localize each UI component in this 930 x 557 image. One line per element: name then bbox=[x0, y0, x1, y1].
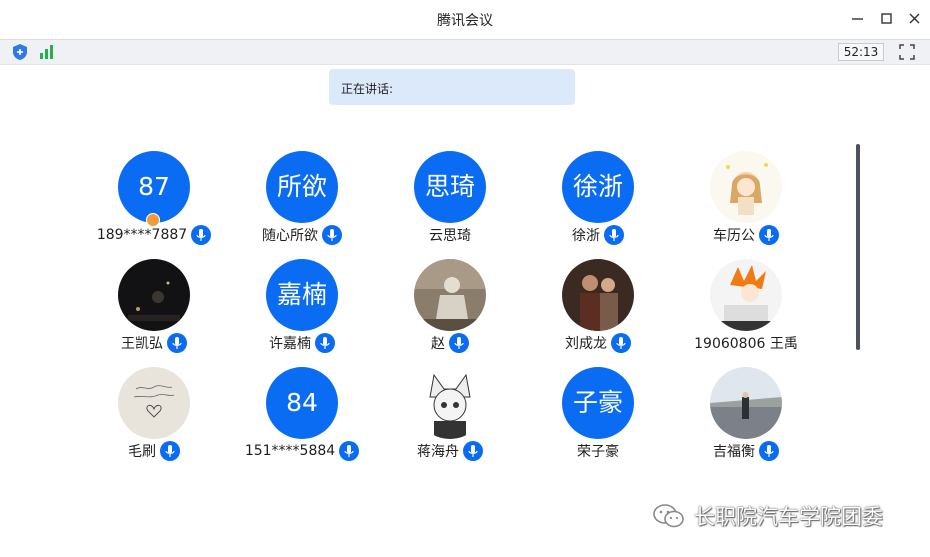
microphone-icon[interactable] bbox=[759, 441, 779, 461]
participant-name: 荣子豪 bbox=[577, 444, 619, 460]
anime-catgirl-avatar bbox=[414, 367, 486, 439]
meeting-toolbar: 52:13 bbox=[0, 39, 930, 65]
participant-name-row: 赵 bbox=[380, 333, 520, 353]
microphone-icon[interactable] bbox=[160, 441, 180, 461]
participant-name-row: 吉福衡 bbox=[676, 441, 816, 461]
avatar: 84 bbox=[266, 367, 338, 439]
participant-name: 徐浙 bbox=[572, 228, 600, 244]
security-shield-icon[interactable] bbox=[10, 43, 30, 61]
cartoon-girl-avatar bbox=[710, 151, 782, 223]
participant-tile[interactable]: 王凯弘 bbox=[84, 259, 224, 363]
road-person-avatar bbox=[710, 367, 782, 439]
anime-character-avatar bbox=[710, 259, 782, 331]
participant-name-row: 云思琦 bbox=[380, 225, 520, 245]
microphone-icon[interactable] bbox=[167, 333, 187, 353]
participant-tile[interactable]: 嘉楠 许嘉楠 bbox=[232, 259, 372, 363]
title-bar: 腾讯会议 bbox=[0, 0, 930, 39]
participant-name: 吉福衡 bbox=[713, 444, 755, 460]
watermark: 长职院汽车学院团委 bbox=[652, 500, 883, 532]
participant-tile[interactable]: 子豪 荣子豪 bbox=[528, 367, 668, 471]
participant-name-row: 徐浙 bbox=[528, 225, 668, 245]
microphone-icon[interactable] bbox=[322, 225, 342, 245]
participant-tile[interactable]: 刘成龙 bbox=[528, 259, 668, 363]
participant-tile[interactable]: 19060806 王禹 bbox=[676, 259, 816, 363]
participant-name: 189****7887 bbox=[96, 227, 188, 243]
avatar: 思琦 bbox=[414, 151, 486, 223]
participant-tile[interactable]: 所欲 随心所欲 bbox=[232, 151, 372, 255]
night-city-avatar bbox=[118, 259, 190, 331]
participant-name: 19060806 王禹 bbox=[694, 336, 798, 352]
microphone-icon[interactable] bbox=[604, 225, 624, 245]
participant-name: 车历公 bbox=[713, 228, 755, 244]
fullscreen-icon[interactable] bbox=[897, 43, 917, 61]
microphone-icon[interactable] bbox=[611, 333, 631, 353]
meeting-timer: 52:13 bbox=[838, 43, 884, 61]
person-sitting-avatar bbox=[414, 259, 486, 331]
minimize-icon[interactable] bbox=[849, 10, 867, 28]
participant-name-row: 毛刷 bbox=[84, 441, 224, 461]
participant-name: 蒋海舟 bbox=[417, 444, 459, 460]
handwritten-note-avatar bbox=[118, 367, 190, 439]
couple-photo-avatar bbox=[562, 259, 634, 331]
wechat-icon bbox=[653, 504, 684, 528]
participant-name: 许嘉楠 bbox=[269, 336, 311, 352]
participant-name-row: 蒋海舟 bbox=[380, 441, 520, 461]
participant-name-row: 荣子豪 bbox=[528, 441, 668, 461]
microphone-icon[interactable] bbox=[759, 225, 779, 245]
participant-tile[interactable]: 徐浙 徐浙 bbox=[528, 151, 668, 255]
participant-name: 151****5884 bbox=[244, 443, 336, 459]
maximize-icon[interactable] bbox=[878, 10, 896, 28]
speaking-label: 正在讲话: bbox=[341, 82, 394, 96]
participant-name-row: 19060806 王禹 bbox=[676, 333, 816, 353]
participant-tile[interactable]: 吉福衡 bbox=[676, 367, 816, 471]
participant-tile[interactable]: 车历公 bbox=[676, 151, 816, 255]
participant-name-row: 151****5884 bbox=[232, 441, 372, 461]
participant-name-row: 189****7887 bbox=[84, 225, 224, 245]
speaking-indicator: 正在讲话: bbox=[329, 69, 575, 105]
avatar: 所欲 bbox=[266, 151, 338, 223]
participant-name-row: 刘成龙 bbox=[528, 333, 668, 353]
watermark-text: 长职院汽车学院团委 bbox=[694, 505, 883, 529]
participant-name: 王凯弘 bbox=[121, 336, 163, 352]
participant-name-row: 王凯弘 bbox=[84, 333, 224, 353]
participant-tile[interactable]: 84 151****5884 bbox=[232, 367, 372, 471]
microphone-icon[interactable] bbox=[191, 225, 212, 245]
microphone-icon[interactable] bbox=[449, 333, 469, 353]
participant-tile[interactable]: 思琦 云思琦 bbox=[380, 151, 520, 255]
avatar: 徐浙 bbox=[562, 151, 634, 223]
participant-name: 毛刷 bbox=[128, 444, 156, 460]
participant-name: 刘成龙 bbox=[565, 336, 607, 352]
network-signal-icon[interactable] bbox=[37, 43, 57, 61]
avatar: 嘉楠 bbox=[266, 259, 338, 331]
participant-name: 云思琦 bbox=[429, 228, 471, 244]
participant-name-row: 车历公 bbox=[676, 225, 816, 245]
participant-tile[interactable]: 毛刷 bbox=[84, 367, 224, 471]
participant-name: 随心所欲 bbox=[262, 228, 318, 244]
participant-tile[interactable]: 赵 bbox=[380, 259, 520, 363]
participant-name: 赵 bbox=[431, 336, 445, 352]
participant-name-row: 许嘉楠 bbox=[232, 333, 372, 353]
participant-name-row: 随心所欲 bbox=[232, 225, 372, 245]
participant-tile[interactable]: 87 189****7887 bbox=[84, 151, 224, 255]
grid-scrollbar[interactable] bbox=[856, 144, 860, 350]
window-title: 腾讯会议 bbox=[437, 13, 493, 29]
microphone-icon[interactable] bbox=[339, 441, 360, 461]
close-icon[interactable] bbox=[906, 10, 924, 28]
microphone-icon[interactable] bbox=[315, 333, 335, 353]
participant-tile[interactable]: 蒋海舟 bbox=[380, 367, 520, 471]
avatar: 子豪 bbox=[562, 367, 634, 439]
microphone-icon[interactable] bbox=[463, 441, 483, 461]
